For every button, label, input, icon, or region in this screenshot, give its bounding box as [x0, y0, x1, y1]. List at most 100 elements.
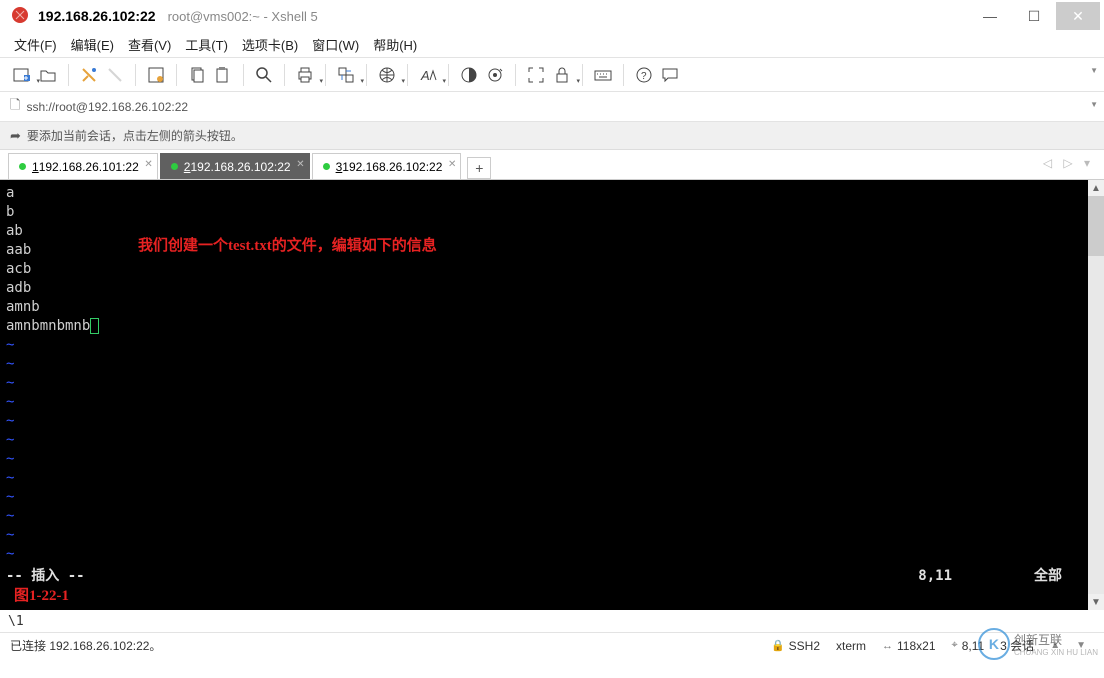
status-term: xterm — [836, 639, 866, 653]
menu-edit[interactable]: 编辑(E) — [71, 35, 114, 54]
new-session-button[interactable]: ▾ — [10, 63, 34, 87]
figure-label: 图1-22-1 — [14, 587, 69, 606]
terminal[interactable]: a b ab aab acb adb amnb amnbmnbmnb ~ ~ ~… — [0, 180, 1088, 610]
encoding-button[interactable]: ▾ — [375, 63, 399, 87]
svg-text:?: ? — [641, 71, 647, 82]
properties-button[interactable] — [144, 63, 168, 87]
menu-tabs[interactable]: 选项卡(B) — [242, 35, 298, 54]
add-tab-button[interactable]: + — [467, 157, 491, 179]
term-line: amnb — [6, 298, 1082, 317]
menubar: 文件(F) 编辑(E) 查看(V) 工具(T) 选项卡(B) 窗口(W) 帮助(… — [0, 32, 1104, 58]
address-bar[interactable]: 🗋 ssh://root@192.168.26.102:22 ▼ — [0, 92, 1104, 122]
menu-tools[interactable]: 工具(T) — [185, 35, 228, 54]
reconnect-button[interactable] — [77, 63, 101, 87]
status-dot-icon — [19, 163, 26, 170]
transfer-button[interactable]: ▾ — [334, 63, 358, 87]
terminal-wrapper: a b ab aab acb adb amnb amnbmnbmnb ~ ~ ~… — [0, 180, 1104, 610]
term-line: a — [6, 184, 1082, 203]
lock-icon: 🗋 — [10, 96, 20, 118]
help-button[interactable]: ? — [632, 63, 656, 87]
vim-tilde: ~ — [6, 431, 1082, 450]
toolbar-overflow-icon[interactable]: ▼ — [1090, 66, 1098, 75]
hint-bar: ➦ 要添加当前会话，点击左侧的箭头按钮。 — [0, 122, 1104, 150]
watermark-brand: 创新互联 — [1014, 631, 1098, 648]
address-url: ssh://root@192.168.26.102:22 — [26, 100, 188, 114]
vim-status-line: -- 插入 -- 8,11 全部 — [6, 567, 1082, 586]
scroll-down-icon[interactable]: ▼ — [1088, 594, 1104, 610]
keyboard-button[interactable] — [591, 63, 615, 87]
tab-close-icon[interactable]: ✕ — [144, 159, 152, 170]
resize-icon: ↔ — [882, 640, 893, 652]
tab-nav-buttons[interactable]: ◁ ▷ ▾ — [1043, 156, 1094, 170]
watermark-logo-icon: K — [978, 628, 1010, 660]
tab-strip: 1 192.168.26.101:22 ✕ 2 192.168.26.102:2… — [0, 150, 1104, 180]
disconnect-button[interactable] — [103, 63, 127, 87]
menu-view[interactable]: 查看(V) — [128, 35, 171, 54]
copy-button[interactable] — [185, 63, 209, 87]
minimize-button[interactable]: — — [968, 2, 1012, 30]
status-connected: 已连接 192.168.26.102:22。 — [10, 637, 161, 654]
menu-window[interactable]: 窗口(W) — [312, 35, 359, 54]
scroll-up-icon[interactable]: ▲ — [1088, 180, 1104, 196]
paste-button[interactable] — [211, 63, 235, 87]
cursor-icon — [90, 318, 99, 334]
session-tab-1[interactable]: 1 192.168.26.101:22 ✕ — [8, 153, 158, 179]
term-line: adb — [6, 279, 1082, 298]
vim-tilde: ~ — [6, 450, 1082, 469]
vim-tilde: ~ — [6, 507, 1082, 526]
scroll-thumb[interactable] — [1088, 196, 1104, 256]
tab-close-icon[interactable]: ✕ — [296, 159, 304, 170]
session-tab-2[interactable]: 2 192.168.26.102:22 ✕ — [160, 153, 310, 179]
svg-text:A: A — [420, 68, 430, 83]
vim-tilde: ~ — [6, 469, 1082, 488]
lock-button[interactable]: ▾ — [550, 63, 574, 87]
vim-mode: -- 插入 -- — [6, 567, 85, 586]
fullscreen-button[interactable] — [524, 63, 548, 87]
status-bar: 已连接 192.168.26.102:22。 🔒SSH2 xterm ↔118x… — [0, 632, 1104, 658]
feedback-button[interactable] — [658, 63, 682, 87]
tab-close-icon[interactable]: ✕ — [448, 159, 456, 170]
maximize-button[interactable]: ☐ — [1012, 2, 1056, 30]
highlight-button[interactable] — [483, 63, 507, 87]
vim-tilde: ~ — [6, 336, 1082, 355]
vim-position: 8,11 — [918, 567, 952, 586]
status-proto: 🔒SSH2 — [771, 639, 820, 653]
vertical-scrollbar[interactable]: ▲ ▼ — [1088, 180, 1104, 610]
status-dot-icon — [171, 163, 178, 170]
hint-arrow-icon[interactable]: ➦ — [10, 128, 21, 144]
window-title-main: 192.168.26.102:22 — [38, 8, 156, 24]
vim-tilde: ~ — [6, 545, 1082, 564]
vim-tilde: ~ — [6, 412, 1082, 431]
search-button[interactable] — [252, 63, 276, 87]
titlebar: 192.168.26.102:22 root@vms002:~ - Xshell… — [0, 0, 1104, 32]
close-button[interactable]: ✕ — [1056, 2, 1100, 30]
scroll-track[interactable] — [1088, 196, 1104, 594]
menu-file[interactable]: 文件(F) — [14, 35, 57, 54]
vim-tilde: ~ — [6, 393, 1082, 412]
command-text: \1 — [8, 614, 24, 629]
term-line: b — [6, 203, 1082, 222]
window-title-sub: root@vms002:~ - Xshell 5 — [168, 9, 318, 24]
menu-help[interactable]: 帮助(H) — [373, 35, 417, 54]
vim-tilde: ~ — [6, 374, 1082, 393]
command-input-line[interactable]: \1 — [0, 610, 1104, 632]
status-dot-icon — [323, 163, 330, 170]
vim-tilde: ~ — [6, 488, 1082, 507]
vim-scope: 全部 — [1034, 567, 1062, 586]
app-icon — [10, 5, 32, 27]
font-button[interactable]: A▾ — [416, 63, 440, 87]
status-size: ↔118x21 — [882, 639, 935, 653]
color-scheme-button[interactable] — [457, 63, 481, 87]
watermark: K 创新互联 CHUANG XIN HU LIAN — [978, 628, 1098, 660]
session-tab-3[interactable]: 3 192.168.26.102:22 ✕ — [312, 153, 462, 179]
open-session-button[interactable] — [36, 63, 60, 87]
term-line: amnbmnbmnb — [6, 317, 1082, 336]
vim-tilde: ~ — [6, 355, 1082, 374]
cursor-pos-icon: ⌖ — [952, 639, 958, 652]
lock-icon: 🔒 — [771, 639, 785, 652]
toolbar: ▾ ▾ ▾ ▾ A▾ ▾ ? ▼ — [0, 58, 1104, 92]
vim-tilde: ~ — [6, 526, 1082, 545]
term-line: acb — [6, 260, 1082, 279]
address-overflow-icon[interactable]: ▼ — [1090, 100, 1098, 109]
print-button[interactable]: ▾ — [293, 63, 317, 87]
